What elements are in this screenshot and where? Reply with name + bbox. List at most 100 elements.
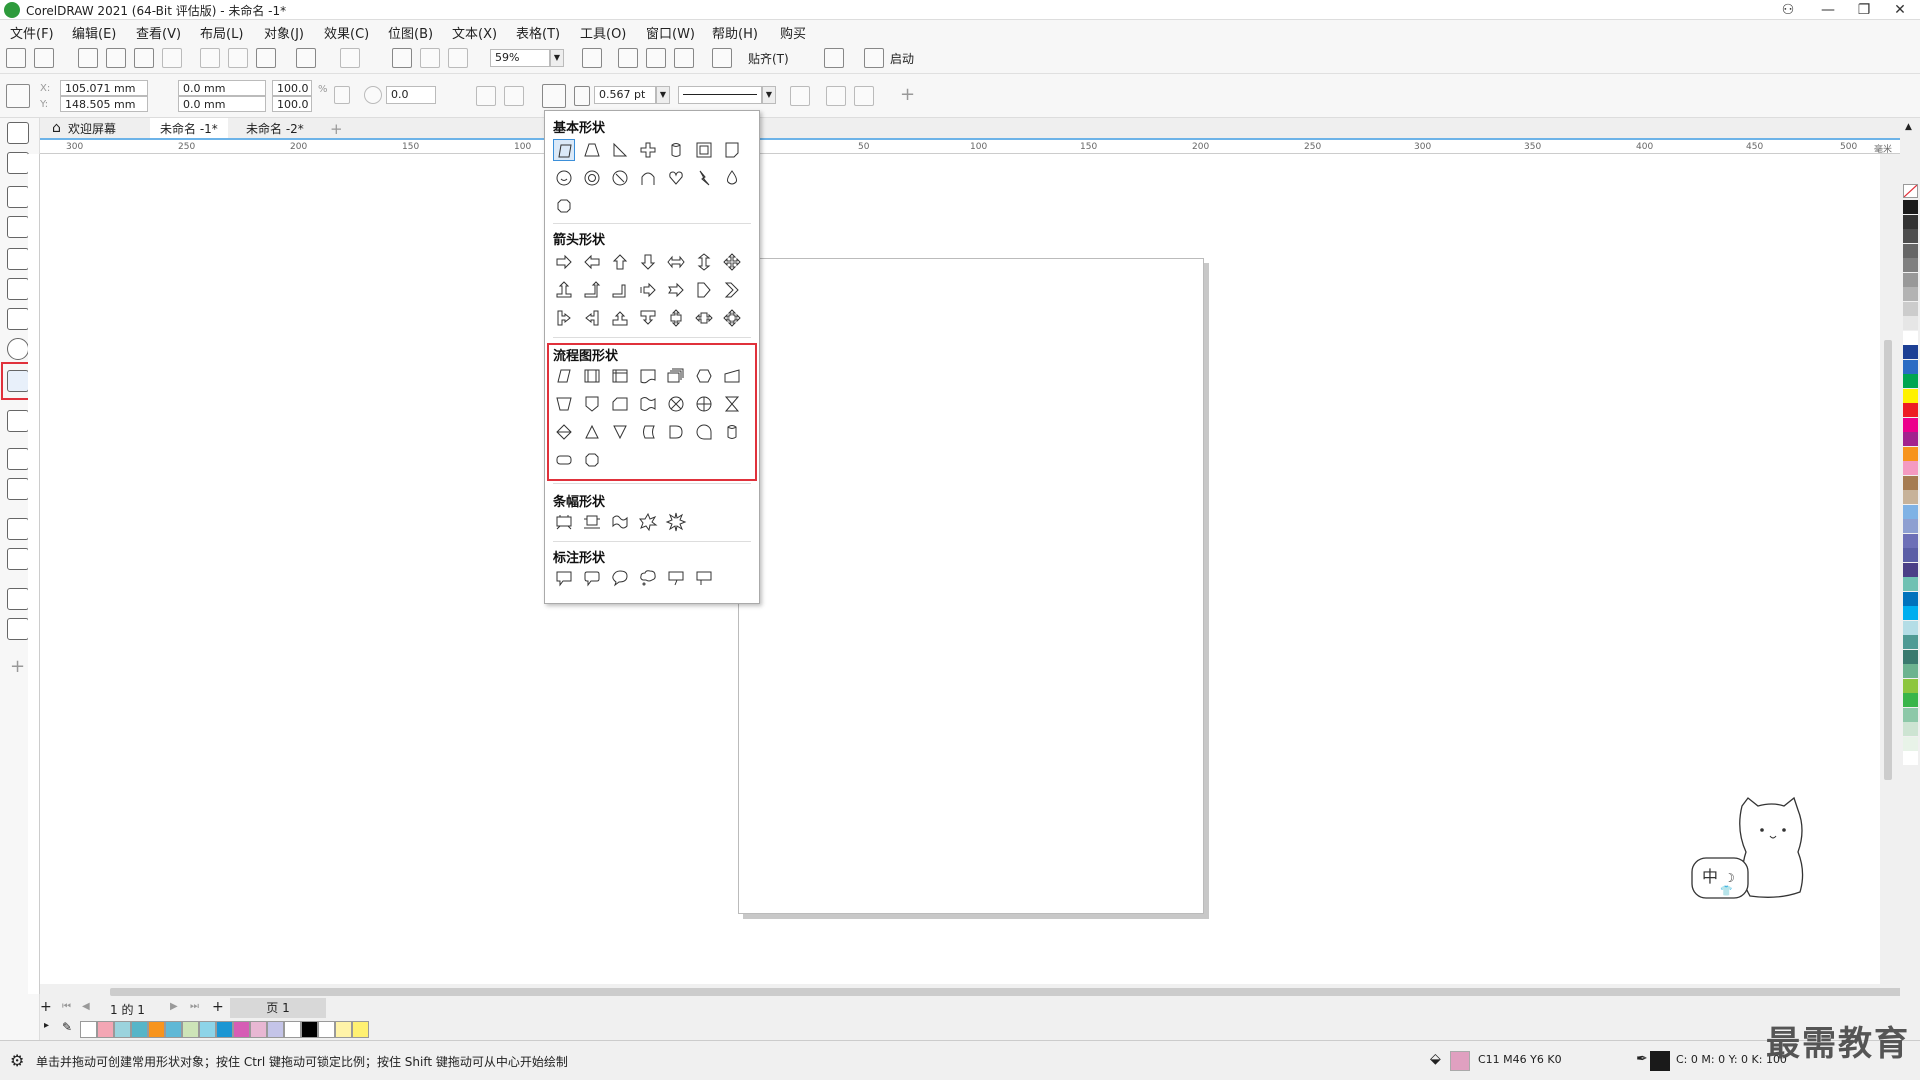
left-right-arrow-callout-shape-icon[interactable]	[693, 307, 715, 329]
save-icon[interactable]	[78, 48, 98, 68]
tab-welcome[interactable]: 欢迎屏幕	[58, 118, 126, 138]
mirror-horizontal-icon[interactable]	[476, 86, 496, 106]
artistic-media-tool-icon[interactable]	[7, 278, 29, 300]
to-front-icon[interactable]	[826, 86, 846, 106]
palette-swatch[interactable]	[1903, 432, 1918, 446]
print-icon[interactable]	[162, 48, 182, 68]
chevron-shape-icon[interactable]	[721, 279, 743, 301]
palette-swatch[interactable]	[1903, 475, 1918, 490]
show-guidelines-icon[interactable]	[674, 48, 694, 68]
right-arrow-shape-icon[interactable]	[553, 251, 575, 273]
object-origin-icon[interactable]	[6, 84, 30, 108]
transparency-tool-icon[interactable]	[7, 548, 29, 570]
up-arrow-shape-icon[interactable]	[609, 251, 631, 273]
palette-swatch[interactable]	[1903, 200, 1918, 214]
line-style-field[interactable]	[678, 86, 762, 104]
document-palette-swatch[interactable]	[199, 1021, 216, 1038]
palette-swatch[interactable]	[1903, 693, 1918, 707]
tab-untitled-2[interactable]: 未命名 -2*	[236, 118, 314, 138]
show-grid-icon[interactable]	[646, 48, 666, 68]
shape-tool-icon[interactable]	[7, 152, 29, 174]
launch-button[interactable]: 启动	[890, 50, 914, 67]
document-palette-swatch[interactable]	[148, 1021, 165, 1038]
callout-oval-shape-icon[interactable]	[609, 567, 631, 589]
copy-icon[interactable]	[228, 48, 248, 68]
palette-swatch[interactable]	[1903, 504, 1918, 519]
menu-window[interactable]: 窗口(W)	[646, 23, 695, 42]
palette-swatch[interactable]	[1903, 301, 1918, 316]
wrap-text-icon[interactable]	[790, 86, 810, 106]
show-rulers-icon[interactable]	[618, 48, 638, 68]
restore-button[interactable]: ❐	[1846, 0, 1882, 20]
up-bend-arrow-shape-icon[interactable]	[553, 279, 575, 301]
horizontal-scrollbar[interactable]	[40, 984, 1910, 998]
add-page-after-icon[interactable]: +	[212, 999, 224, 1015]
palette-swatch[interactable]	[1903, 533, 1918, 548]
document-palette-swatch[interactable]	[114, 1021, 131, 1038]
close-button[interactable]: ✕	[1882, 0, 1918, 20]
document-page[interactable]	[738, 258, 1204, 914]
arch-shape-icon[interactable]	[637, 167, 659, 189]
new-document-icon[interactable]	[6, 48, 26, 68]
menu-table[interactable]: 表格(T)	[516, 23, 560, 42]
vertical-scroll-thumb[interactable]	[1884, 340, 1892, 780]
palette-swatch[interactable]	[1903, 403, 1918, 417]
palette-swatch[interactable]	[1903, 214, 1918, 229]
palette-swatch[interactable]	[1903, 591, 1918, 606]
cut-icon[interactable]	[200, 48, 220, 68]
palette-swatch[interactable]	[1903, 374, 1918, 388]
bent-arrow-shape-icon[interactable]	[609, 279, 631, 301]
customize-toolbox-icon[interactable]: +	[10, 656, 25, 677]
palette-swatch[interactable]	[1903, 287, 1918, 301]
no-symbol-shape-icon[interactable]	[609, 167, 631, 189]
palette-swatch[interactable]	[1903, 620, 1918, 635]
menu-edit[interactable]: 编辑(E)	[72, 23, 116, 42]
banner-down-ribbon-shape-icon[interactable]	[553, 511, 575, 533]
palette-eyedropper-icon[interactable]: ✎	[62, 1020, 72, 1034]
cylinder-shape-icon[interactable]	[665, 139, 687, 161]
zoom-dropdown-icon[interactable]: ▼	[550, 49, 564, 67]
callout-rounded-shape-icon[interactable]	[581, 567, 603, 589]
palette-swatch[interactable]	[1903, 664, 1918, 678]
palette-swatch[interactable]	[1903, 577, 1918, 591]
document-palette-swatch[interactable]	[97, 1021, 114, 1038]
vertical-scrollbar[interactable]	[1880, 154, 1894, 984]
palette-swatch[interactable]	[1903, 417, 1918, 432]
menu-file[interactable]: 文件(F)	[10, 23, 54, 42]
palette-swatch[interactable]	[1903, 446, 1918, 461]
launch-icon[interactable]	[864, 48, 884, 68]
height-field[interactable]: 0.0 mm	[178, 96, 266, 112]
document-palette-swatch[interactable]	[267, 1021, 284, 1038]
quad-arrow-shape-icon[interactable]	[721, 251, 743, 273]
folded-corner-shape-icon[interactable]	[721, 139, 743, 161]
last-page-icon[interactable]: ⏭	[190, 1001, 199, 1012]
new-tab-icon[interactable]: +	[320, 118, 353, 138]
document-palette-swatch[interactable]	[182, 1021, 199, 1038]
menu-effects[interactable]: 效果(C)	[324, 23, 369, 42]
scale-x-field[interactable]: 100.0	[272, 80, 312, 96]
export-icon[interactable]	[420, 48, 440, 68]
menu-object[interactable]: 对象(J)	[264, 23, 304, 42]
quad-arrow-callout-shape-icon[interactable]	[721, 307, 743, 329]
down-arrow-callout-shape-icon[interactable]	[637, 307, 659, 329]
callout-line-shape-icon[interactable]	[665, 567, 687, 589]
add-icon[interactable]: +	[900, 84, 915, 105]
perfect-shapes-picker-icon[interactable]	[542, 84, 566, 108]
banner-wave-shape-icon[interactable]	[609, 511, 631, 533]
right-arrow-callout-shape-icon[interactable]	[553, 307, 575, 329]
eyedropper-tool-icon[interactable]	[7, 588, 29, 610]
palette-swatch[interactable]	[1903, 606, 1918, 620]
palette-swatch[interactable]	[1903, 359, 1918, 374]
document-palette-swatch[interactable]	[301, 1021, 318, 1038]
palette-swatch[interactable]	[1903, 736, 1918, 751]
up-arrow-callout-shape-icon[interactable]	[609, 307, 631, 329]
fill-color-swatch[interactable]	[1450, 1051, 1470, 1071]
pick-tool-icon[interactable]	[7, 122, 29, 144]
zoom-level-field[interactable]: 59%	[490, 49, 550, 67]
up-down-arrow-shape-icon[interactable]	[693, 251, 715, 273]
horizontal-scroll-thumb[interactable]	[110, 988, 1910, 996]
document-palette-swatch[interactable]	[318, 1021, 335, 1038]
palette-swatch[interactable]	[1903, 722, 1918, 736]
down-arrow-shape-icon[interactable]	[637, 251, 659, 273]
document-palette-swatch[interactable]	[131, 1021, 148, 1038]
